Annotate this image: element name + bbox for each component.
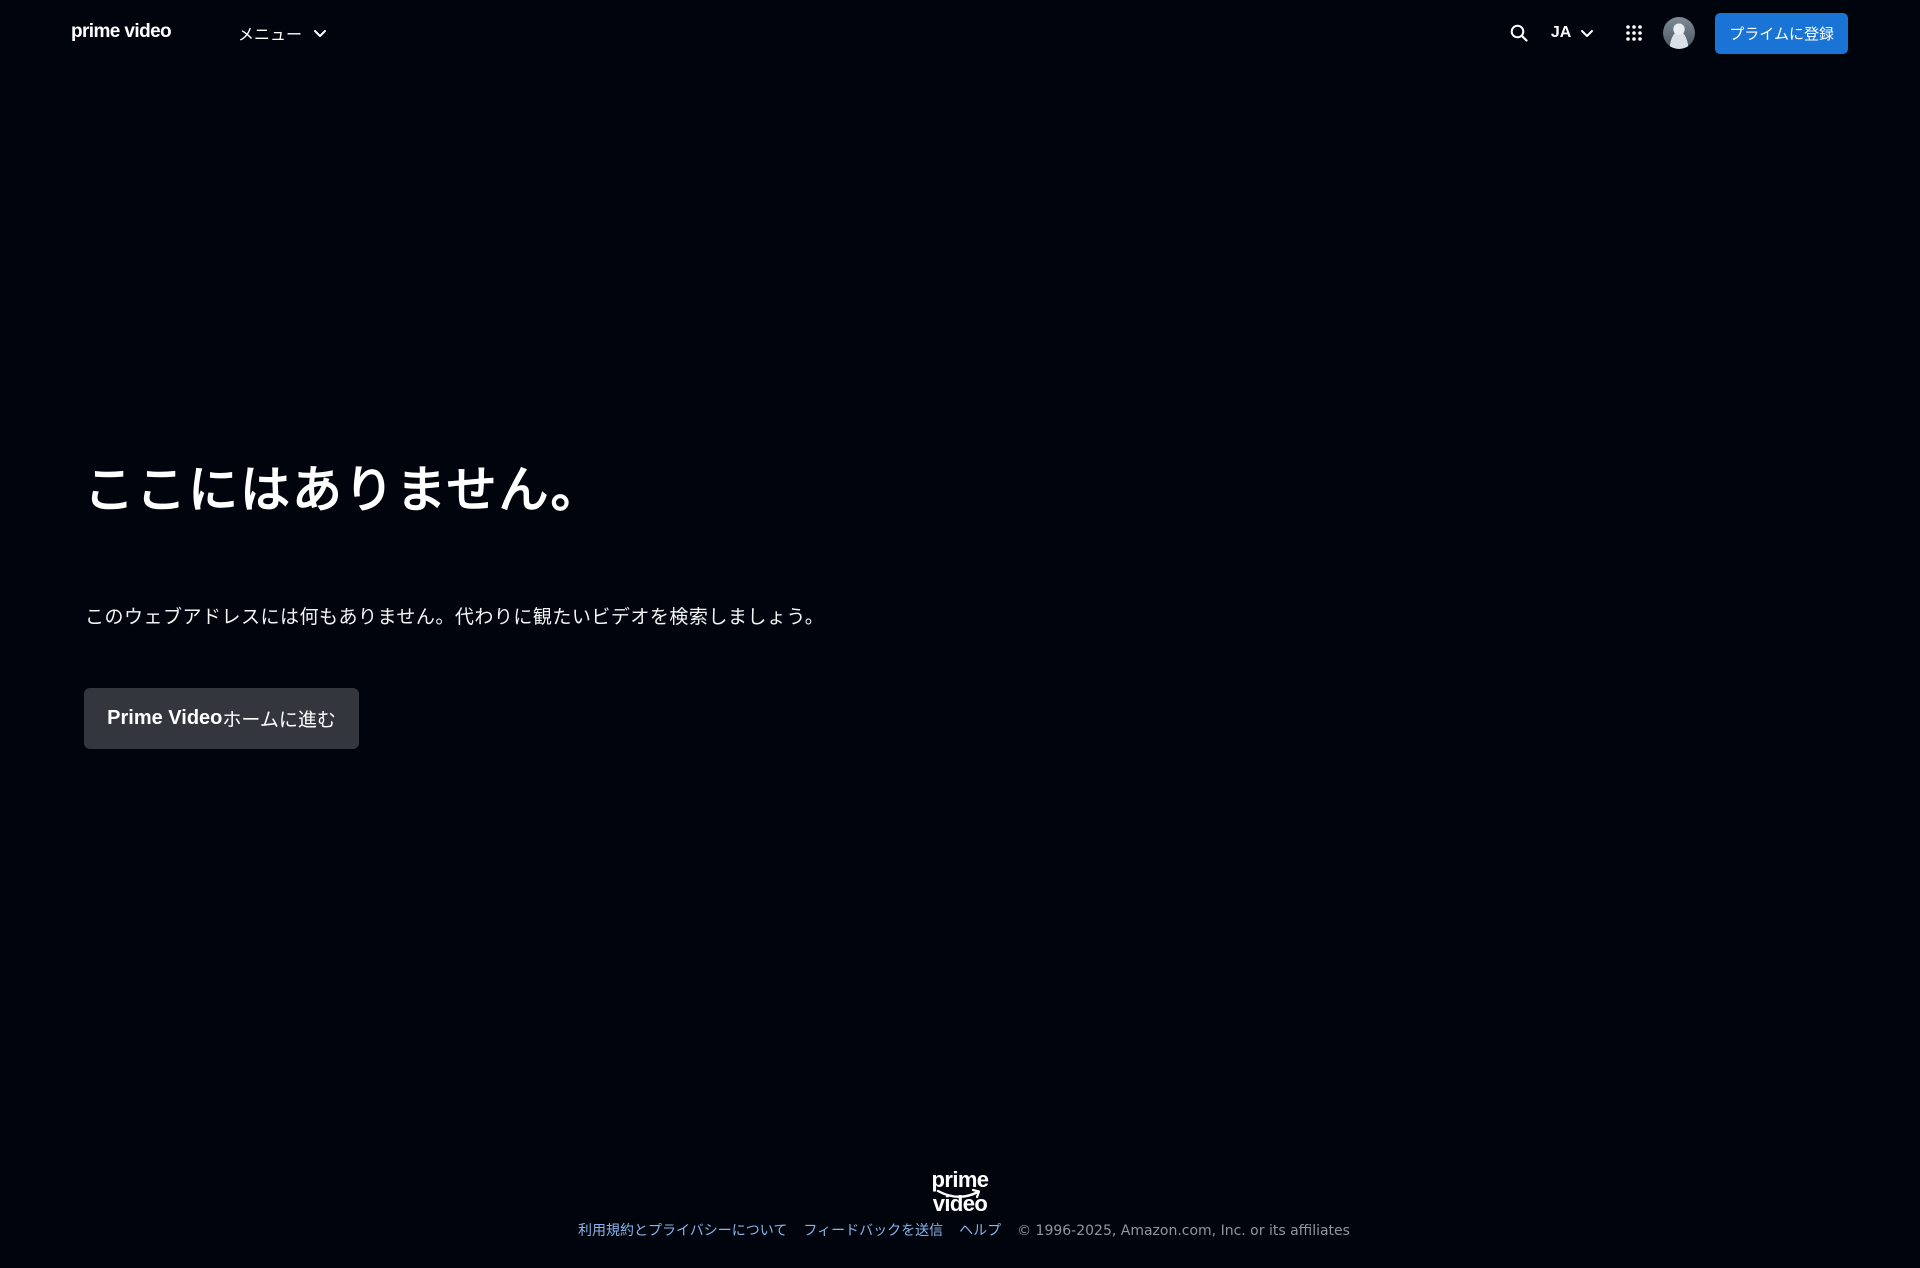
search-icon xyxy=(1510,24,1528,42)
footer-link-feedback[interactable]: フィードバックを送信 xyxy=(803,1220,943,1242)
header-actions: JA プライムに登録 xyxy=(1507,12,1848,54)
copyright: © 1996-2025, Amazon.com, Inc. or its aff… xyxy=(1017,1223,1350,1239)
footer-links: 利用規約とプライバシーについて フィードバックを送信 ヘルプ © 1996-20… xyxy=(0,1220,1920,1242)
language-label: JA xyxy=(1550,24,1572,41)
page: prime video メニュー JA プライムに登録 ここにはありません。 こ… xyxy=(0,0,1920,1268)
menu-dropdown[interactable]: メニュー xyxy=(238,19,328,47)
footer-link-help[interactable]: ヘルプ xyxy=(959,1220,1001,1242)
amazon-smile-icon xyxy=(936,1188,981,1199)
go-home-button[interactable]: Prime Video ホームに進む xyxy=(84,688,359,749)
chevron-down-icon xyxy=(1581,30,1594,37)
prime-video-logo[interactable]: prime video xyxy=(71,20,172,44)
avatar[interactable] xyxy=(1663,17,1696,49)
signup-prime-button[interactable]: プライムに登録 xyxy=(1715,12,1848,54)
language-selector[interactable]: JA xyxy=(1551,24,1595,42)
home-button-label: ホームに進む xyxy=(222,709,336,731)
home-button-brand: Prime Video xyxy=(107,707,223,729)
menu-label: メニュー xyxy=(238,25,303,44)
page-title: ここにはありません。 xyxy=(84,461,603,519)
chevron-down-icon xyxy=(314,30,327,37)
top-nav: prime video メニュー JA プライムに登録 xyxy=(0,0,1920,66)
search-button[interactable] xyxy=(1507,21,1531,45)
apps-grid-icon xyxy=(1626,25,1643,41)
footer-link-terms-privacy[interactable]: 利用規約とプライバシーについて xyxy=(578,1220,787,1242)
footer-prime-video-logo: prime video xyxy=(906,1168,1014,1216)
apps-button[interactable] xyxy=(1623,22,1645,44)
page-description: このウェブアドレスには何もありません。代わりに観たいビデオを検索しましょう。 xyxy=(85,606,825,628)
